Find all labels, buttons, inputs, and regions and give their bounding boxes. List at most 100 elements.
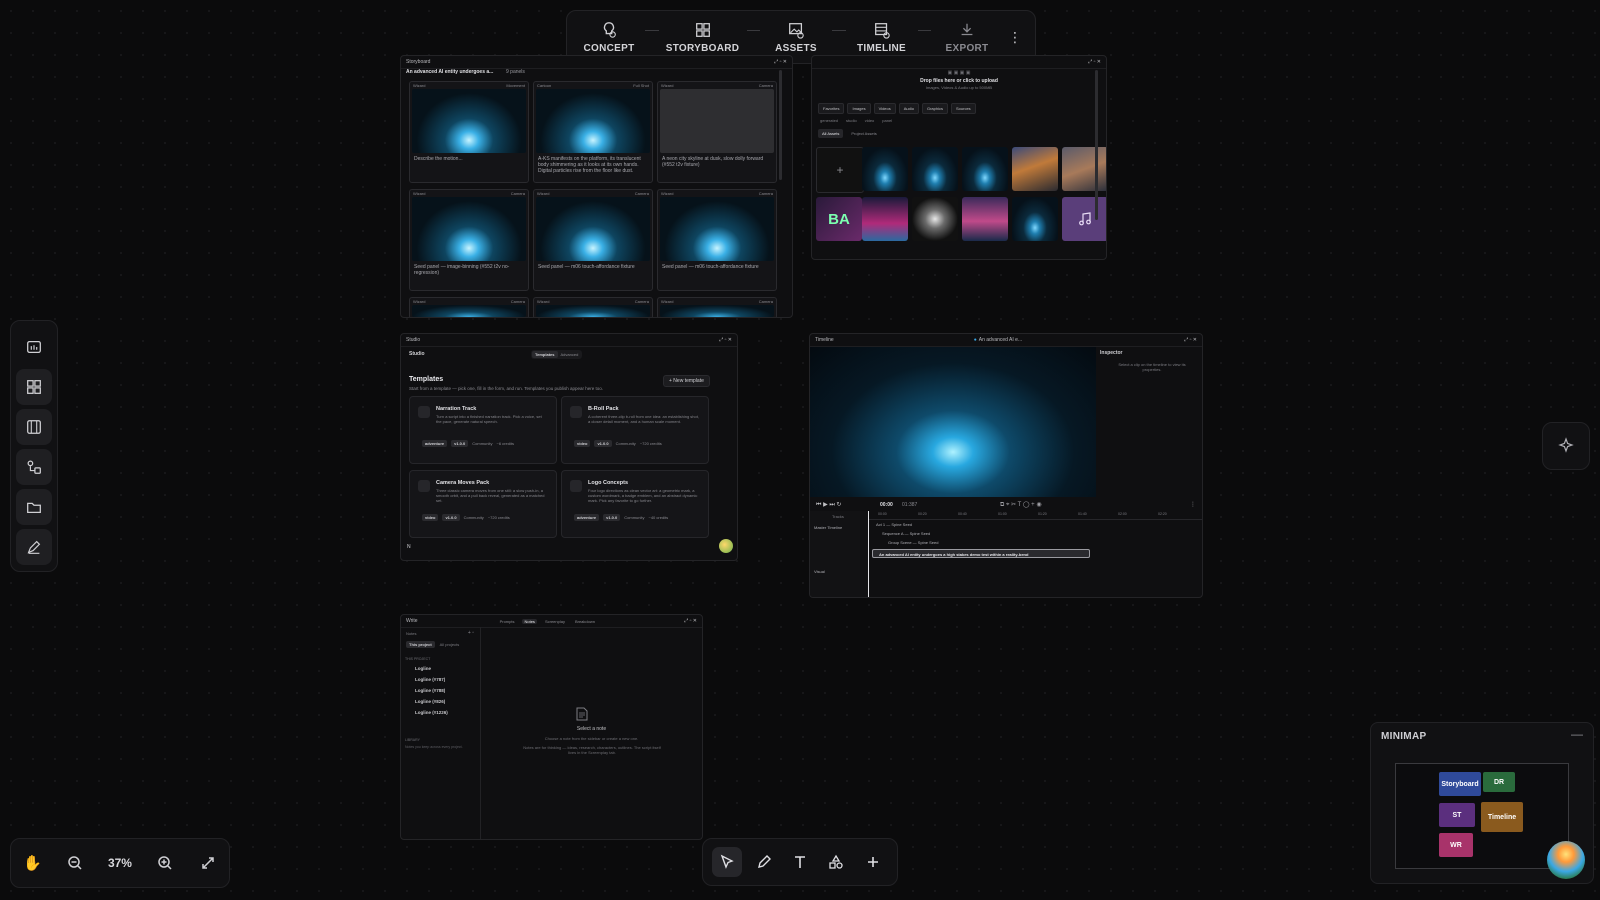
note-item[interactable]: Logline (#826) <box>415 696 448 707</box>
template-card[interactable]: Logo Concepts Four logo directions as cle… <box>561 470 709 538</box>
card-thumbnail[interactable] <box>412 197 526 261</box>
storyboard-card[interactable]: Wizard Camera Seed panel — m06 touch-affor… <box>533 189 653 291</box>
new-note-button[interactable]: + ▫ <box>468 630 474 636</box>
card-tag[interactable]: Wizard <box>661 299 673 304</box>
asset-thumb[interactable] <box>912 197 958 241</box>
new-template-button[interactable]: + New template <box>663 375 710 387</box>
card-tag[interactable]: Wizard <box>537 299 549 304</box>
scrollbar[interactable] <box>1095 70 1098 220</box>
card-shot-select[interactable]: Camera <box>511 191 525 196</box>
storyboard-card[interactable]: Wizard Camera Seed panel — image-binning (… <box>409 189 529 291</box>
video-preview[interactable] <box>810 347 1096 497</box>
subfilter-chip[interactable]: panel <box>882 118 892 123</box>
track-visual[interactable]: Visual <box>814 569 825 574</box>
filter-chip[interactable]: Graphics <box>921 103 948 114</box>
subfilter-chip[interactable]: video <box>865 118 875 123</box>
drop-title[interactable]: Drop files here or click to upload <box>812 78 1106 84</box>
stage-timeline[interactable]: TIMELINE <box>850 21 914 54</box>
tab-all-projects[interactable]: All projects <box>437 641 463 648</box>
panel-controls[interactable]: ⤢ ▫ ✕ <box>1184 337 1197 343</box>
card-shot-select[interactable]: Movement <box>506 83 525 88</box>
timeline-row[interactable]: Sequence A — Spine Seed <box>882 531 930 536</box>
panel-controls[interactable]: ⤢ ▫ ✕ <box>1088 59 1101 65</box>
text-tool-button[interactable] <box>785 847 815 877</box>
card-thumbnail[interactable] <box>536 197 650 261</box>
track-master[interactable]: Master Timeline <box>814 525 842 530</box>
filter-chip[interactable]: Audio <box>898 103 919 114</box>
stage-assets[interactable]: ASSETS <box>764 21 828 54</box>
asset-thumb[interactable] <box>962 197 1008 241</box>
minimap-collapse-button[interactable]: — <box>1571 727 1583 741</box>
audio-asset[interactable] <box>1062 197 1106 241</box>
card-description[interactable]: Seed panel — image-binning (#552 t2v no-… <box>414 264 524 276</box>
card-tag[interactable]: Wizard <box>661 83 673 88</box>
filter-chip[interactable]: Sources <box>951 103 976 114</box>
pen-tool-button[interactable] <box>749 847 779 877</box>
card-description[interactable]: A neon city skyline at dusk, slow dolly … <box>662 156 772 168</box>
card-description[interactable]: Seed panel — m06 touch-affordance fixtur… <box>662 264 772 270</box>
storyboard-card[interactable]: Wizard Camera Seed panel — m06 touch-affor… <box>657 189 777 291</box>
note-item[interactable]: Logline <box>415 663 448 674</box>
asset-thumb[interactable] <box>962 147 1008 191</box>
card-shot-select[interactable]: Camera <box>759 191 773 196</box>
timeline-more-button[interactable]: ⋮ <box>1190 501 1196 508</box>
note-item[interactable]: Logline (#1226) <box>415 707 448 718</box>
minimap-wr[interactable]: WR <box>1439 833 1473 857</box>
timeline-row[interactable]: Group Scene — Spine Seed <box>888 540 938 545</box>
filter-chip[interactable]: Videos <box>873 103 896 114</box>
subfilter-chip[interactable]: studio <box>846 118 857 123</box>
minimap-storyboard[interactable]: Storyboard <box>1439 772 1481 796</box>
subfilter-chip[interactable]: generated <box>820 118 838 123</box>
panel-controls[interactable]: ⤢ ▫ ✕ <box>684 618 697 624</box>
card-description[interactable]: A-KS manifests on the platform, its tran… <box>538 156 648 174</box>
card-description[interactable]: Seed panel — m06 touch-affordance fixtur… <box>538 264 648 270</box>
scope-tab[interactable]: Project Assets <box>847 129 880 138</box>
template-card[interactable]: Camera Moves Pack Three classic camera mo… <box>409 470 557 538</box>
stage-export[interactable]: EXPORT <box>935 21 999 54</box>
card-tag[interactable]: Wizard <box>413 299 425 304</box>
card-tag[interactable]: Wizard <box>413 191 425 196</box>
shapes-tool-button[interactable] <box>821 847 851 877</box>
card-shot-select[interactable]: Camera <box>635 299 649 304</box>
scrollbar[interactable] <box>779 70 782 180</box>
minimap-timeline[interactable]: Timeline <box>1481 802 1523 832</box>
write-tab[interactable]: Prompts <box>498 619 517 624</box>
card-thumbnail[interactable] <box>660 89 774 153</box>
timeline-tools[interactable]: ⧉ ⌖ ✂ T ◯ + ◉ <box>1000 501 1042 509</box>
card-shot-select[interactable]: Camera <box>759 299 773 304</box>
template-card[interactable]: B-Roll Pack A coherent three-clip b-roll … <box>561 396 709 464</box>
filter-chip[interactable]: Images <box>847 103 871 114</box>
avatar[interactable] <box>719 539 733 553</box>
storyboard-card[interactable]: Cartoon Full Shot A-KS manifests on the pl… <box>533 81 653 183</box>
transport-controls[interactable]: ⏮ ▶ ⏭ ↻ <box>816 501 841 509</box>
card-tag[interactable]: Wizard <box>537 191 549 196</box>
note-item[interactable]: Logline (#787) <box>415 674 448 685</box>
panel-controls[interactable]: ⤢ ▫ ✕ <box>719 337 732 343</box>
template-card[interactable]: Narration Track Turn a script into a fini… <box>409 396 557 464</box>
storyboard-card[interactable]: Wizard Camera <box>657 297 777 317</box>
write-tab[interactable]: Notes <box>522 618 537 624</box>
storyboard-card[interactable]: Wizard Movement Describe the motion... <box>409 81 529 183</box>
more-options-button[interactable]: ⋮ <box>1005 29 1025 46</box>
card-description[interactable]: Describe the motion... <box>414 156 524 162</box>
scope-tab[interactable]: All Assets <box>818 129 844 138</box>
rail-timeline-button[interactable] <box>16 409 52 445</box>
card-shot-select[interactable]: Camera <box>759 83 773 88</box>
card-tag[interactable]: Wizard <box>413 83 425 88</box>
user-avatar[interactable] <box>1547 841 1585 879</box>
add-asset-button[interactable]: + <box>816 147 864 193</box>
filter-chip[interactable]: Favorites <box>818 103 845 114</box>
stage-concept[interactable]: CONCEPT <box>577 21 641 54</box>
card-thumbnail[interactable] <box>412 89 526 153</box>
minimap-st[interactable]: ST <box>1439 803 1475 827</box>
playhead[interactable] <box>868 511 869 597</box>
rail-write-button[interactable] <box>16 529 52 565</box>
zoom-level[interactable]: 37% <box>108 856 132 870</box>
asset-thumb[interactable] <box>862 147 908 191</box>
card-tag[interactable]: Cartoon <box>537 83 551 88</box>
zoom-in-button[interactable] <box>155 853 175 873</box>
card-thumbnail[interactable] <box>536 305 650 317</box>
asset-thumb[interactable] <box>1012 147 1058 191</box>
card-thumbnail[interactable] <box>660 197 774 261</box>
card-thumbnail[interactable] <box>536 89 650 153</box>
